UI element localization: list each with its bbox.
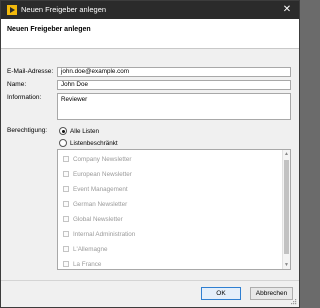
list-item-label: L'Allemagne xyxy=(73,245,108,253)
app-icon xyxy=(7,5,17,15)
radio-all-lists-label: Alle Listen xyxy=(70,127,100,135)
radio-restricted[interactable]: Listenbeschränkt xyxy=(59,138,118,148)
email-label: E-Mail-Adresse: xyxy=(7,68,54,75)
list-item: German Newsletter xyxy=(63,199,127,209)
cancel-button[interactable]: Abbrechen xyxy=(250,287,293,300)
list-item: La France xyxy=(63,259,101,269)
scroll-down-icon[interactable]: ▼ xyxy=(283,261,290,269)
radio-all-lists-button[interactable] xyxy=(59,127,67,135)
list-item-checkbox xyxy=(63,246,69,252)
name-field[interactable]: John Doe xyxy=(57,80,291,90)
list-item-checkbox xyxy=(63,216,69,222)
list-item-checkbox xyxy=(63,171,69,177)
permission-label: Berechtigung: xyxy=(7,127,48,134)
information-label: Information: xyxy=(7,94,42,101)
radio-all-lists[interactable]: Alle Listen xyxy=(59,126,99,136)
list-selection-box[interactable]: Company Newsletter European Newsletter E… xyxy=(57,149,291,270)
list-item-label: Company Newsletter xyxy=(73,155,132,163)
scroll-up-icon[interactable]: ▲ xyxy=(283,150,290,158)
name-label: Name: xyxy=(7,81,27,88)
title-bar[interactable]: Neuen Freigeber anlegen ✕ xyxy=(1,1,299,19)
dialog-header: Neuen Freigeber anlegen xyxy=(1,19,299,49)
list-item-label: Internal Administration xyxy=(73,230,136,238)
radio-restricted-button[interactable] xyxy=(59,139,67,147)
list-item: Internal Administration xyxy=(63,229,135,239)
list-scrollbar[interactable]: ▲ ▼ xyxy=(282,150,290,269)
list-item-label: Event Management xyxy=(73,185,128,193)
radio-restricted-label: Listenbeschränkt xyxy=(70,139,118,147)
list-item-label: Global Newsletter xyxy=(73,215,123,223)
list-item-label: La France xyxy=(73,260,102,268)
list-item: L'Allemagne xyxy=(63,244,107,254)
list-item-checkbox xyxy=(63,231,69,237)
list-item-checkbox xyxy=(63,156,69,162)
list-item: European Newsletter xyxy=(63,169,132,179)
list-item-checkbox xyxy=(63,186,69,192)
list-item-checkbox xyxy=(63,201,69,207)
ok-button[interactable]: OK xyxy=(201,287,241,300)
list-item: Event Management xyxy=(63,184,128,194)
list-item: Company Newsletter xyxy=(63,154,131,164)
list-item-checkbox xyxy=(63,261,69,267)
dialog-window: Neuen Freigeber anlegen ✕ Neuen Freigebe… xyxy=(0,0,300,308)
resize-grip-icon[interactable] xyxy=(291,299,297,305)
email-field[interactable]: john.doe@example.com xyxy=(57,67,291,77)
list-item-label: European Newsletter xyxy=(73,170,132,178)
window-title: Neuen Freigeber anlegen xyxy=(21,5,107,14)
dialog-heading: Neuen Freigeber anlegen xyxy=(7,26,91,33)
information-field[interactable]: Reviewer xyxy=(57,93,291,120)
list-item: Global Newsletter xyxy=(63,214,123,224)
list-item-label: German Newsletter xyxy=(73,200,128,208)
close-icon[interactable]: ✕ xyxy=(281,4,293,16)
scrollbar-thumb[interactable] xyxy=(284,160,289,254)
